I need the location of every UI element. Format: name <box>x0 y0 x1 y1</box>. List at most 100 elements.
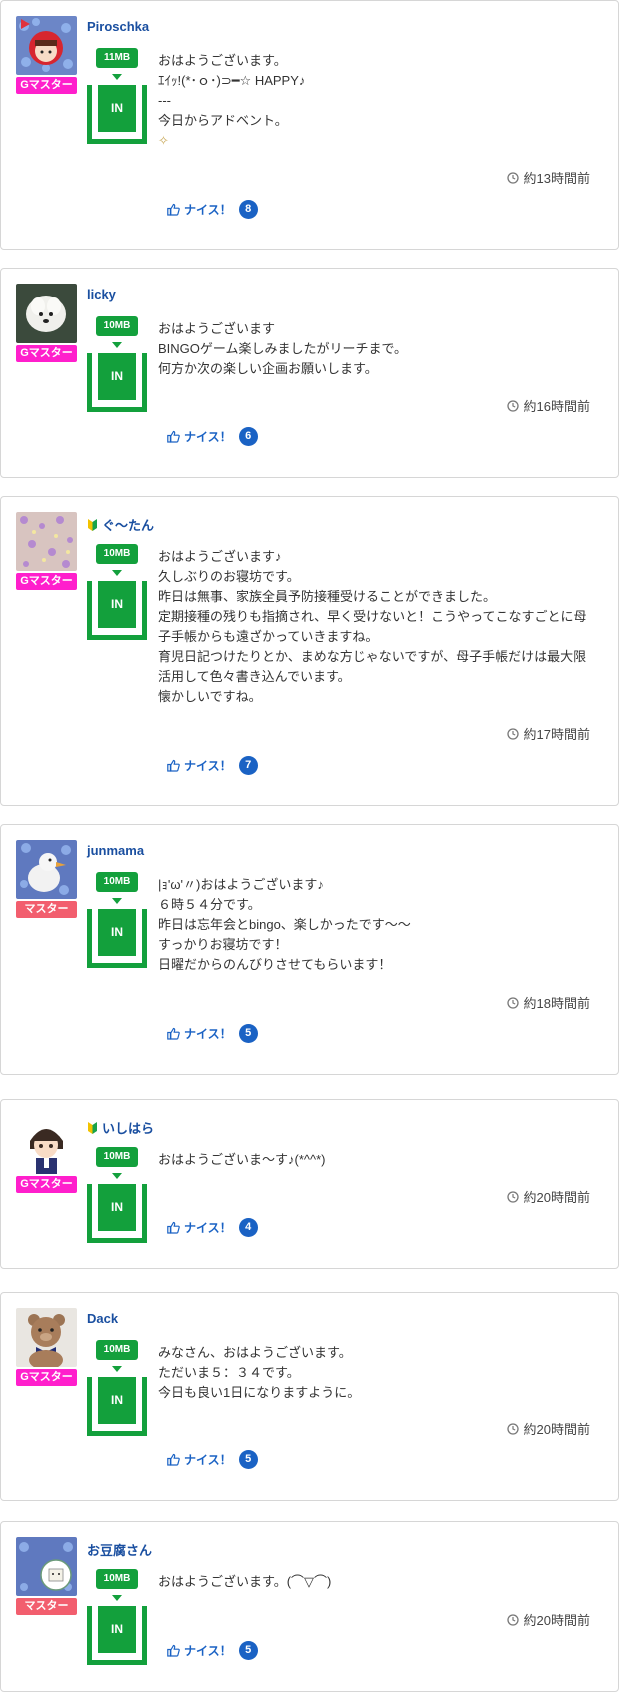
post-card: マスター お豆腐さん 10MB IN おはようございます。(⌒▽⌒) 約20時間前ナイス！… <box>0 1521 619 1692</box>
rank-badge: Gマスター <box>16 77 77 94</box>
thumbs-up-icon <box>167 1453 180 1466</box>
rank-badge: Gマスター <box>16 573 77 590</box>
message-line: ６時５４分です。 <box>158 897 261 912</box>
mb-badge: 10MB <box>96 1569 138 1589</box>
post-timestamp: 約16時間前 <box>506 396 590 415</box>
avatar[interactable] <box>16 1308 77 1367</box>
clock-icon <box>506 171 519 184</box>
thumbs-up-icon <box>167 1221 180 1234</box>
post-timestamp: 約20時間前 <box>506 1610 590 1629</box>
in-meter: IN <box>87 909 147 968</box>
message-line: 日曜だからのんびりさせてもらいます！ <box>158 957 392 972</box>
in-meter: IN <box>87 1377 147 1436</box>
nice-button[interactable]: ナイス！ 5 <box>167 1450 258 1469</box>
timestamp-text: 約16時間前 <box>523 399 590 414</box>
username-link[interactable]: junmama <box>87 843 144 858</box>
in-meter: IN <box>87 1184 147 1243</box>
mb-badge: 10MB <box>96 1340 138 1360</box>
nice-count-badge: 5 <box>238 1024 258 1043</box>
nice-count-badge: 6 <box>238 427 258 446</box>
nice-button[interactable]: ナイス！ 5 <box>167 1641 258 1660</box>
message-line: BINGOゲーム楽しみましたがリーチまで。 <box>158 341 407 356</box>
clock-icon <box>506 1190 519 1203</box>
message-line: 今日も良い1日になりますように。 <box>158 1385 361 1400</box>
mb-arrow-icon <box>112 74 122 80</box>
nice-label: ナイス！ <box>184 1453 232 1467</box>
nice-count-badge: 5 <box>238 1641 258 1660</box>
message-line: ただいま５：３４です。 <box>158 1365 300 1380</box>
username-link[interactable]: Piroschka <box>87 19 149 34</box>
thumbs-up-icon <box>167 203 180 216</box>
nice-button[interactable]: ナイス！ 6 <box>167 427 258 446</box>
mb-arrow-icon <box>112 898 122 904</box>
nice-label: ナイス！ <box>184 1221 232 1235</box>
rank-badge: マスター <box>16 1598 77 1615</box>
message-line: 昨日は無事、家族全員予防接種受けることができました。 <box>158 589 497 604</box>
rank-badge: マスター <box>16 901 77 918</box>
message-line: 今日からアドベント。 <box>158 113 288 128</box>
username-text: Piroschka <box>87 19 150 34</box>
nice-label: ナイス！ <box>184 430 232 444</box>
nice-label: ナイス！ <box>184 203 232 217</box>
username-link[interactable]: licky <box>87 287 116 302</box>
post-message: おはようございます。 ｴｲｯ!(*･ｏ･)⊃━☆ HAPPY♪ --- 今日からアドベ… <box>158 51 593 151</box>
clock-icon <box>506 996 519 1009</box>
username-link[interactable]: お豆腐さん <box>87 1540 152 1559</box>
message-line: 定期接種の残りも指摘され、早く受けないと！こうやってこなすごとに母子手帳からも遠… <box>158 609 587 644</box>
nice-count-badge: 8 <box>238 200 258 219</box>
in-meter: IN <box>87 581 147 640</box>
timestamp-text: 約20時間前 <box>523 1613 590 1628</box>
post-timestamp: 約13時間前 <box>506 168 590 187</box>
username-link[interactable]: ぐ〜たん <box>87 515 154 534</box>
message-line: |ｮ'ω'〃)おはようございます♪ <box>158 877 324 892</box>
post-card: Gマスター Dack 10MB IN みなさん、おはようございます。 ただいま５：３４です… <box>0 1292 619 1501</box>
avatar[interactable] <box>16 1537 77 1596</box>
in-label: IN <box>98 581 136 628</box>
username-link[interactable]: いしはら <box>87 1118 154 1137</box>
mb-arrow-icon <box>112 342 122 348</box>
mb-arrow-icon <box>112 1366 122 1372</box>
nice-button[interactable]: ナイス！ 8 <box>167 200 258 219</box>
mb-badge: 10MB <box>96 316 138 336</box>
post-timestamp: 約20時間前 <box>506 1419 590 1438</box>
nice-count-badge: 5 <box>238 1450 258 1469</box>
post-timestamp: 約18時間前 <box>506 993 590 1012</box>
message-line: 何方か次の楽しい企画お願いします。 <box>158 361 378 376</box>
in-label: IN <box>98 85 136 132</box>
post-message: おはようございます。(⌒▽⌒) <box>158 1572 593 1592</box>
nice-label: ナイス！ <box>184 1027 232 1041</box>
nice-count-badge: 4 <box>238 1218 258 1237</box>
mb-arrow-icon <box>112 1595 122 1601</box>
avatar[interactable] <box>16 16 77 75</box>
mb-badge: 10MB <box>96 544 138 564</box>
thumbs-up-icon <box>167 430 180 443</box>
nice-label: ナイス！ <box>184 759 232 773</box>
post-message: おはようございます♪ 久しぶりのお寝坊です。 昨日は無事、家族全員予防接種受けること… <box>158 547 593 707</box>
nice-button[interactable]: ナイス！ 5 <box>167 1024 258 1043</box>
avatar[interactable] <box>16 840 77 899</box>
timestamp-text: 約20時間前 <box>523 1190 590 1205</box>
message-line: 育児日記つけたりとか、まめな方じゃないですが、母子手帳だけは最大限活用して色々書… <box>158 649 587 684</box>
timestamp-text: 約17時間前 <box>523 727 590 742</box>
rank-badge: Gマスター <box>16 1176 77 1193</box>
sparkle-icon: ✧ <box>158 133 169 148</box>
post-card: Gマスター ぐ〜たん 10MB IN おはようございます♪ 久しぶりのお寝坊です。 昨日は無… <box>0 496 619 806</box>
message-line: おはようございます。(⌒▽⌒) <box>158 1574 332 1589</box>
in-meter: IN <box>87 1606 147 1665</box>
nice-button[interactable]: ナイス！ 4 <box>167 1218 258 1237</box>
thumbs-up-icon <box>167 1027 180 1040</box>
nice-button[interactable]: ナイス！ 7 <box>167 756 258 775</box>
avatar[interactable] <box>16 512 77 571</box>
in-label: IN <box>98 1184 136 1231</box>
post-timestamp: 約17時間前 <box>506 724 590 743</box>
username-link[interactable]: Dack <box>87 1311 118 1326</box>
mb-arrow-icon <box>112 1173 122 1179</box>
in-label: IN <box>98 909 136 956</box>
message-line: --- <box>158 93 171 108</box>
timestamp-text: 約13時間前 <box>523 171 590 186</box>
username-text: いしはら <box>102 1121 155 1136</box>
message-line: 懐かしいですね。 <box>158 689 262 704</box>
avatar[interactable] <box>16 1115 77 1174</box>
avatar[interactable] <box>16 284 77 343</box>
nice-count-badge: 7 <box>238 756 258 775</box>
